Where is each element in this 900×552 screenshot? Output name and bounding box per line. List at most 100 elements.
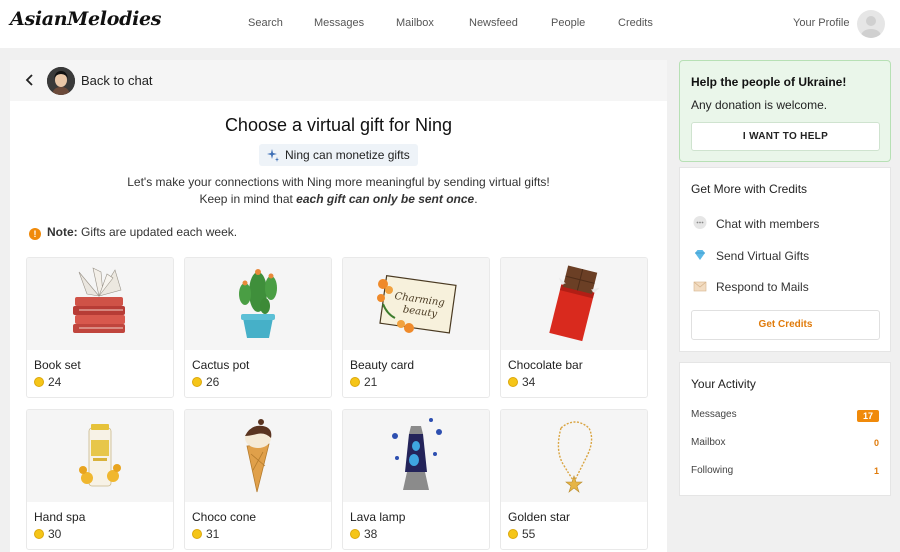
your-activity-box: Your Activity Messages 17 Mailbox 0 Foll… [679,362,891,496]
monetize-badge: Ning can monetize gifts [259,144,418,166]
gift-image [343,410,489,502]
coin-icon [350,377,360,387]
intro-line-2-prefix: Keep in mind that [199,192,297,206]
page-title: Choose a virtual gift for Ning [224,115,453,135]
sparkle-icon [267,149,279,162]
intro-line-1: Let's make your connections with Ning mo… [127,175,550,189]
coin-icon [508,529,518,539]
chocolate-bar-icon [549,265,600,342]
choco-cone-icon [245,419,272,493]
cactus-pot-icon [239,269,277,338]
benefit-label: Respond to Mails [716,280,809,294]
coin-icon [192,529,202,539]
note-text: Gifts are updated each week. [77,225,238,239]
activity-following-label[interactable]: Following [691,465,733,476]
chat-bubble-icon [693,216,707,229]
nav-messages[interactable]: Messages [314,17,364,29]
gift-card-lava-lamp[interactable]: Lava lamp 38 [342,409,490,550]
contact-photo-icon [47,67,75,95]
intro-emphasis: each gift can only be sent once [296,192,475,206]
want-to-help-button[interactable]: I WANT TO HELP [691,122,880,151]
gift-price-value: 31 [206,527,220,541]
gift-price: 30 [34,527,61,541]
weekly-note: ! Note: Gifts are updated each week. [29,225,237,240]
nav-people[interactable]: People [551,17,585,29]
benefit-label: Send Virtual Gifts [716,249,810,263]
gift-price-value: 24 [48,375,62,389]
gift-price: 38 [350,527,377,541]
gift-name: Lava lamp [350,510,406,524]
gift-card-chocolate-bar[interactable]: Chocolate bar 34 [500,257,648,398]
book-set-icon [73,267,125,333]
activity-mailbox-label[interactable]: Mailbox [691,437,725,448]
gift-name: Beauty card [350,358,415,372]
gift-price-value: 34 [522,375,536,389]
gift-name: Choco cone [192,510,257,524]
benefit-label: Chat with members [716,217,820,231]
gift-image [501,410,647,502]
gift-price: 21 [350,375,377,389]
gift-card-cactus-pot[interactable]: Cactus pot 26 [184,257,332,398]
gift-price: 24 [34,375,61,389]
nav-search[interactable]: Search [248,17,283,29]
hand-spa-icon [79,424,121,487]
benefit-gifts: Send Virtual Gifts [692,247,809,263]
benefit-chat: Chat with members [692,215,819,231]
ukraine-donation-box: Help the people of Ukraine! Any donation… [679,60,891,162]
gift-image: Charming beauty [343,258,489,350]
gift-card-choco-cone[interactable]: Choco cone 31 [184,409,332,550]
benefit-mails: Respond to Mails [692,278,809,294]
following-count: 1 [873,466,879,476]
intro-text: Let's make your connections with Ning mo… [10,174,667,208]
intro-line-2: Keep in mind that each gift can only be … [10,191,667,208]
nav-mailbox[interactable]: Mailbox [396,17,434,29]
gift-price-value: 38 [364,527,378,541]
gift-panel: Back to chat Choose a virtual gift for N… [10,60,667,552]
nav-credits[interactable]: Credits [618,17,653,29]
activity-messages-label[interactable]: Messages [691,409,737,420]
golden-star-icon [557,421,593,493]
gift-card-beauty-card[interactable]: Charming beauty Beauty card 21 [342,257,490,398]
profile-link[interactable]: Your Profile [793,17,849,29]
coin-icon [34,529,44,539]
back-to-chat-bar[interactable]: Back to chat [10,60,667,101]
contact-avatar [47,67,75,95]
gift-price-value: 55 [522,527,536,541]
gift-price: 55 [508,527,535,541]
coin-icon [192,377,202,387]
top-header: AsianMelodies Search Messages Mailbox Ne… [0,0,900,48]
gift-price-value: 21 [364,375,378,389]
gift-card-book-set[interactable]: Book set 24 [26,257,174,398]
gift-price-value: 30 [48,527,62,541]
lava-lamp-icon [392,418,442,490]
gift-card-golden-star[interactable]: Golden star 55 [500,409,648,550]
gift-image [27,258,173,350]
gift-image [185,258,331,350]
beauty-card-icon: Charming beauty [377,274,457,334]
gift-name: Golden star [508,510,571,524]
gift-name: Chocolate bar [508,358,583,372]
gift-price-value: 26 [206,375,220,389]
activity-title: Your Activity [691,377,756,391]
info-icon: ! [29,228,41,240]
messages-count-badge: 17 [856,410,879,422]
gift-name: Cactus pot [192,358,250,372]
get-credits-button[interactable]: Get Credits [691,310,880,340]
mailbox-count: 0 [873,438,879,448]
coin-icon [34,377,44,387]
ukraine-text: Any donation is welcome. [691,98,828,112]
user-silhouette-icon [861,16,881,38]
profile-avatar[interactable] [857,10,885,38]
ukraine-title: Help the people of Ukraine! [691,75,847,89]
chevron-left-icon[interactable] [24,73,36,87]
envelope-icon [693,281,707,292]
back-to-chat-label[interactable]: Back to chat [81,73,153,88]
monetize-text: Ning can monetize gifts [285,148,410,162]
site-logo[interactable]: AsianMelodies [10,8,161,30]
gift-price: 31 [192,527,219,541]
nav-newsfeed[interactable]: Newsfeed [469,17,518,29]
gift-price: 34 [508,375,535,389]
gift-card-hand-spa[interactable]: Hand spa 30 [26,409,174,550]
intro-line-2-suffix: . [474,192,478,206]
gift-name: Book set [34,358,81,372]
